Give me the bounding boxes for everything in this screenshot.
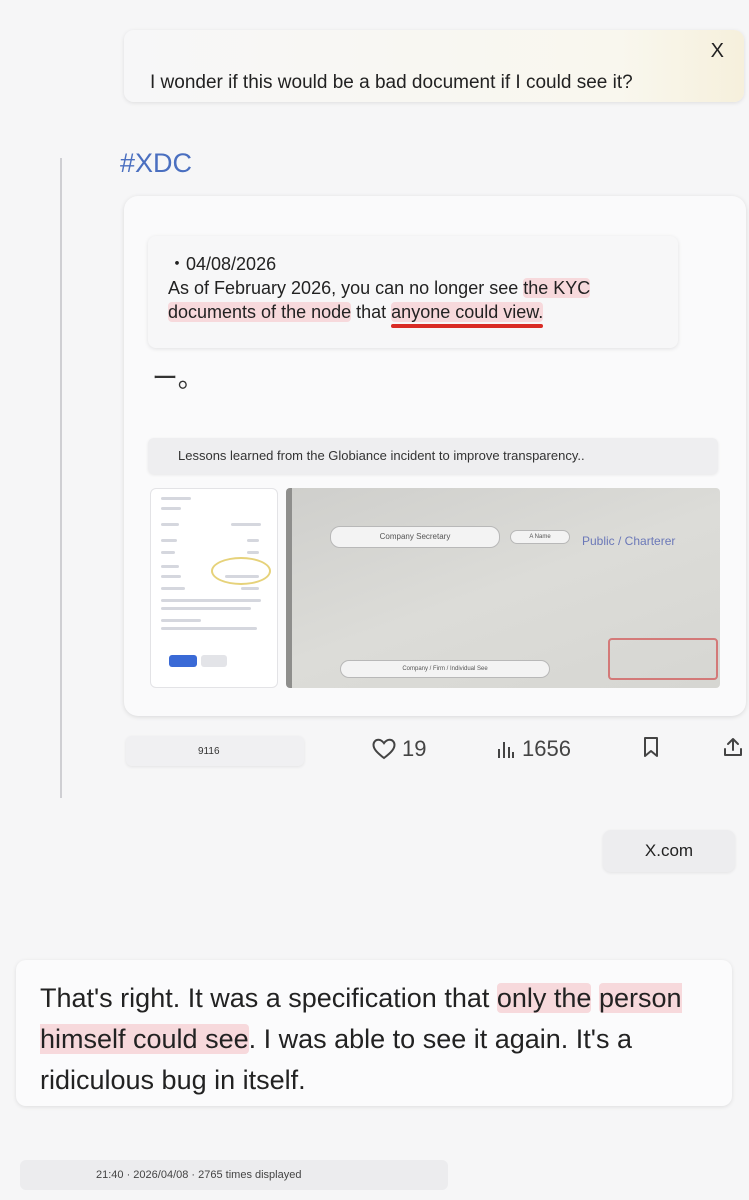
- document-photo-thumbnail[interactable]: Company Secretary A Name Public / Charte…: [286, 488, 720, 688]
- banner-message: I wonder if this would be a bad document…: [150, 72, 633, 93]
- quote-underlined: anyone could view.: [391, 302, 544, 322]
- post-date: ・04/08/2026: [168, 254, 277, 274]
- highlight-ring: [211, 557, 271, 585]
- views-button[interactable]: 1656: [496, 736, 571, 762]
- red-stamp: [608, 638, 718, 680]
- timestamp-footer: 21:40 · 2026/04/08 · 2765 times displaye…: [20, 1160, 448, 1190]
- embedded-post[interactable]: ・04/08/2026 As of February 2026, you can…: [124, 196, 746, 716]
- share-button[interactable]: [722, 736, 744, 758]
- phone-screenshot-thumbnail[interactable]: [150, 488, 278, 688]
- post-action-bar: 9116 19 1656: [124, 726, 749, 776]
- views-chip: 9116: [126, 736, 304, 766]
- quote-text-plain: As of February 2026, you can no longer s…: [168, 278, 524, 298]
- hashtag-link[interactable]: #XDC: [120, 148, 192, 179]
- thumbnail-gray-button: [201, 655, 227, 667]
- company-firm-chip: Company / Firm / Individual See: [340, 660, 550, 678]
- view-count: 1656: [522, 736, 571, 761]
- company-secretary-chip: Company Secretary: [330, 526, 500, 548]
- quote-text-plain-2: that: [351, 302, 392, 322]
- dash-mark: ー。: [152, 363, 204, 393]
- like-button[interactable]: 19: [372, 736, 426, 762]
- reply-text-3: in itself.: [206, 1065, 306, 1095]
- reply-highlight-1: only the: [496, 983, 592, 1013]
- like-count: 19: [402, 736, 427, 761]
- thread-line: [60, 158, 62, 798]
- quote-highlight-2: documents of the node: [168, 302, 352, 322]
- reply-text-2: . I was able to see it again. It's: [248, 1024, 617, 1054]
- thumbnail-blue-button: [169, 655, 197, 667]
- source-label[interactable]: X.com: [603, 830, 735, 872]
- public-charterer-text: Public / Charterer: [582, 534, 676, 548]
- quoted-text-box: ・04/08/2026 As of February 2026, you can…: [148, 236, 678, 348]
- top-banner: X I wonder if this would be a bad docume…: [124, 30, 744, 102]
- quote-line-2: documents of the node that anyone could …: [168, 300, 658, 324]
- reply-text-1: That's right. It was a specification tha…: [40, 983, 497, 1013]
- reply-text-box: That's right. It was a specification tha…: [16, 960, 732, 1106]
- quote-highlight-1: the KYC: [523, 278, 591, 298]
- bar-chart-icon: [498, 742, 514, 758]
- quote-line-1: As of February 2026, you can no longer s…: [168, 276, 658, 300]
- heart-icon: [372, 738, 396, 760]
- share-icon: [724, 738, 742, 756]
- caption-bar: Lessons learned from the Globiance incid…: [148, 438, 718, 474]
- bookmark-button[interactable]: [642, 736, 660, 758]
- bookmark-icon: [644, 737, 658, 757]
- close-button[interactable]: X: [711, 40, 724, 63]
- name-chip: A Name: [510, 530, 570, 544]
